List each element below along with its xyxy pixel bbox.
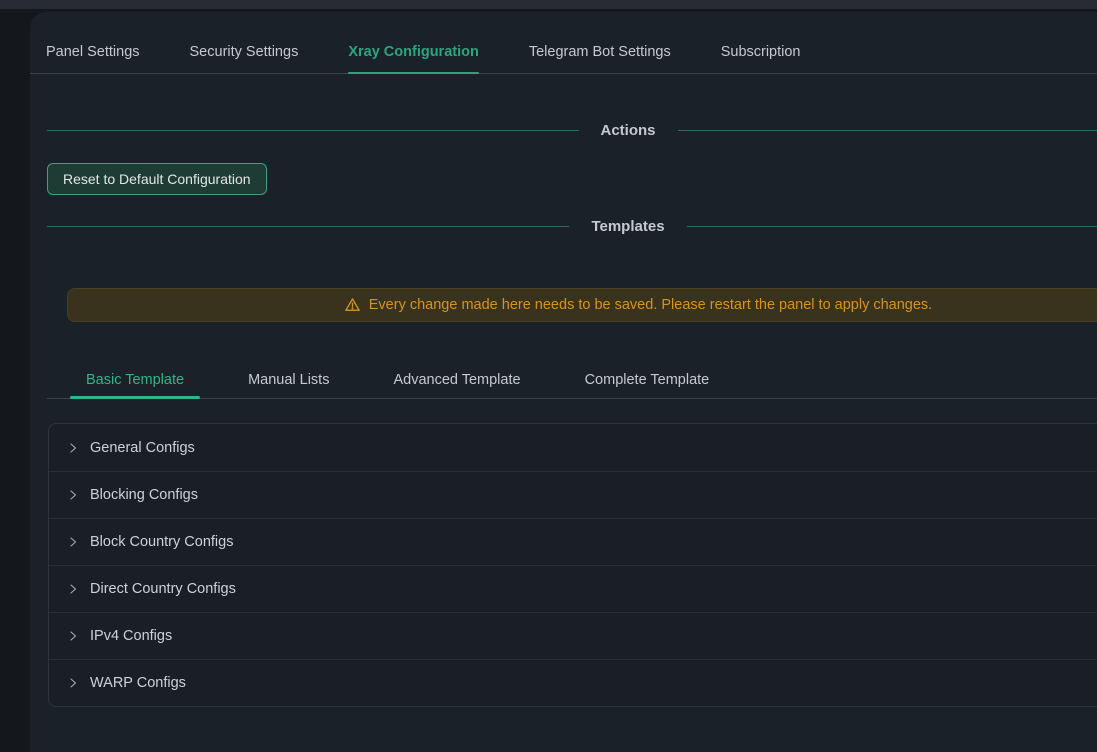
actions-button-row: Reset to Default Configuration [47,163,1097,195]
accordion-item-blocking-configs[interactable]: Blocking Configs [49,471,1097,518]
reset-to-default-button[interactable]: Reset to Default Configuration [47,163,267,195]
accordion-item-label: WARP Configs [90,675,186,691]
chevron-right-icon [67,677,79,689]
chevron-right-icon [67,536,79,548]
chevron-right-icon [67,442,79,454]
restart-warning-banner: Every change made here needs to be saved… [67,288,1097,322]
accordion-item-block-country-configs[interactable]: Block Country Configs [49,518,1097,565]
accordion-item-label: Blocking Configs [90,487,198,503]
accordion-item-warp-configs[interactable]: WARP Configs [49,659,1097,706]
actions-section-title: Actions [579,122,678,139]
accordion-item-label: General Configs [90,440,195,456]
divider-line [687,226,1097,227]
templates-section-title: Templates [569,218,686,235]
tab-subscription[interactable]: Subscription [721,44,801,73]
tab-complete-template[interactable]: Complete Template [569,365,726,398]
accordion-item-label: Block Country Configs [90,534,233,550]
tab-security-settings[interactable]: Security Settings [190,44,299,73]
tab-advanced-template[interactable]: Advanced Template [377,365,536,398]
actions-divider: Actions [47,118,1097,142]
settings-card: Panel Settings Security Settings Xray Co… [30,12,1097,752]
divider-line [47,130,579,131]
tab-xray-configuration[interactable]: Xray Configuration [348,44,479,73]
warning-banner-text: Every change made here needs to be saved… [369,297,932,313]
chevron-right-icon [67,630,79,642]
tab-manual-lists[interactable]: Manual Lists [232,365,345,398]
configs-accordion: General Configs Blocking Configs Block C… [48,423,1097,707]
accordion-item-label: IPv4 Configs [90,628,172,644]
tab-basic-template[interactable]: Basic Template [70,365,200,398]
accordion-item-label: Direct Country Configs [90,581,236,597]
divider-line [678,130,1097,131]
chevron-right-icon [67,489,79,501]
divider-line [47,226,569,227]
topbar [0,0,1097,9]
tab-telegram-bot-settings[interactable]: Telegram Bot Settings [529,44,671,73]
main-tab-bar: Panel Settings Security Settings Xray Co… [30,12,1097,74]
template-tab-bar: Basic Template Manual Lists Advanced Tem… [47,365,1097,399]
chevron-right-icon [67,583,79,595]
warning-triangle-icon [344,297,361,313]
templates-divider: Templates [47,214,1097,238]
accordion-item-general-configs[interactable]: General Configs [49,424,1097,471]
accordion-item-direct-country-configs[interactable]: Direct Country Configs [49,565,1097,612]
tab-content: Actions Reset to Default Configuration T… [30,118,1097,707]
accordion-item-ipv4-configs[interactable]: IPv4 Configs [49,612,1097,659]
tab-panel-settings[interactable]: Panel Settings [46,44,140,73]
